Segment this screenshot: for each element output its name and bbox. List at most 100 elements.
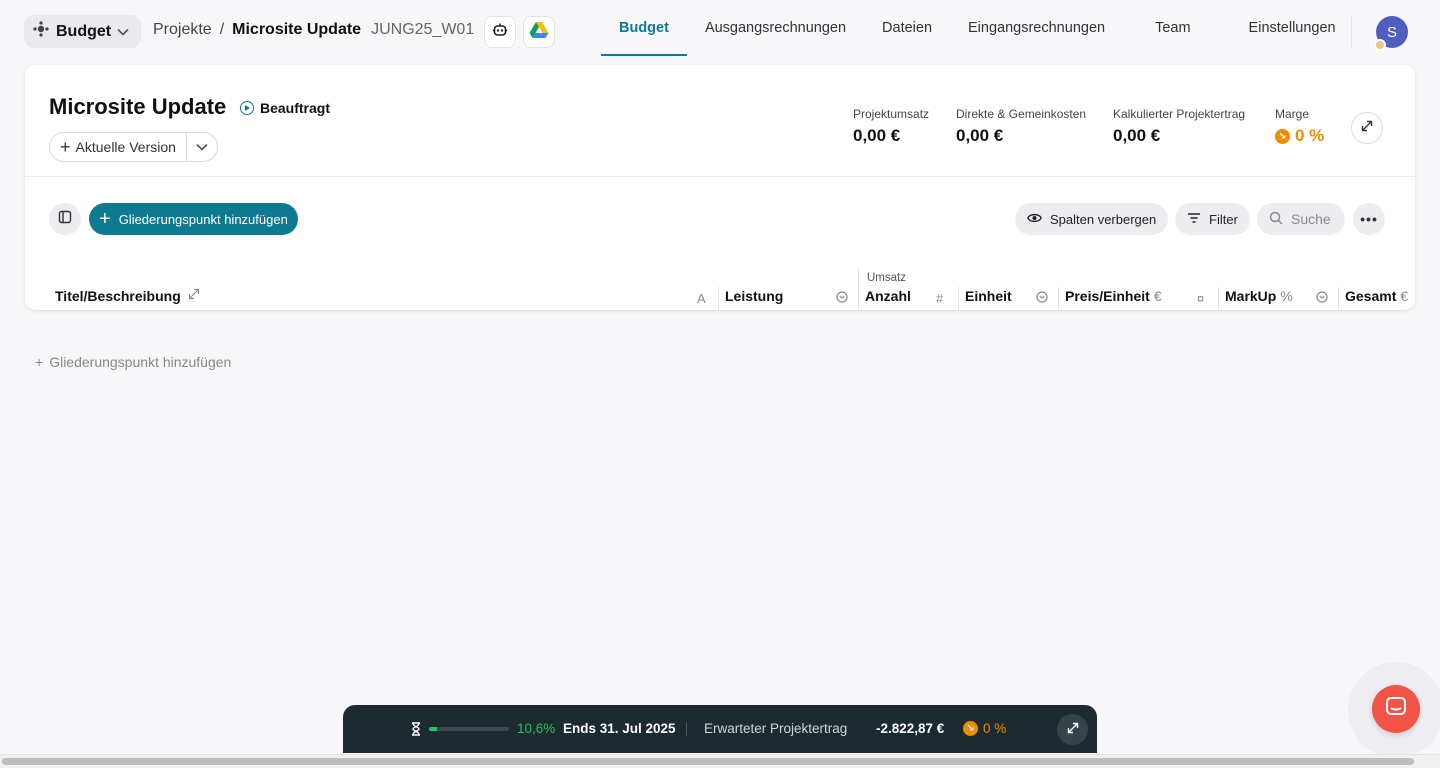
currency-type-icon: ¤ [1197, 291, 1205, 306]
avatar[interactable]: S [1374, 16, 1408, 51]
column-divider [1338, 287, 1339, 310]
chevron-circle-icon [1036, 291, 1048, 306]
search-icon [1269, 211, 1283, 228]
column-header-markup[interactable]: MarkUp% [1225, 288, 1293, 304]
card-divider [25, 176, 1415, 177]
robot-icon [492, 22, 508, 43]
tab-team[interactable]: Team [1137, 0, 1230, 56]
eye-icon [1027, 212, 1042, 227]
tab-ausgangsrechnungen[interactable]: Ausgangsrechnungen [687, 0, 864, 56]
scrollbar-thumb[interactable] [2, 758, 1414, 765]
version-label: Aktuelle Version [75, 139, 176, 155]
plus-icon: + [35, 354, 44, 370]
google-drive-button[interactable] [523, 16, 555, 48]
column-markup-label: MarkUp [1225, 288, 1277, 304]
chevron-down-icon [196, 140, 208, 154]
time-progress-bar [429, 727, 509, 731]
module-switcher[interactable]: Budget [24, 15, 142, 48]
marge-value: 0 % [1295, 126, 1325, 145]
end-date-label: Ends 31. Jul 2025 [563, 721, 676, 736]
time-progress-label: 10,6% [517, 721, 556, 736]
add-outline-button[interactable]: + Gliederungspunkt hinzufügen [89, 203, 298, 235]
metric-marge: Marge ↘ 0 % [1275, 107, 1324, 146]
tab-dateien[interactable]: Dateien [864, 0, 950, 56]
sidebar-toggle-button[interactable] [49, 203, 81, 235]
add-outline-row-label: Gliederungspunkt hinzufügen [49, 354, 232, 370]
metric-value-marge: ↘ 0 % [1275, 126, 1324, 146]
module-icon [32, 20, 50, 43]
expand-icon[interactable] [188, 288, 200, 303]
main-tabs: Budget Ausgangsrechnungen Dateien Eingan… [601, 0, 1354, 56]
filter-label: Filter [1209, 211, 1238, 227]
add-outline-row-button[interactable]: + Gliederungspunkt hinzufügen [35, 354, 231, 370]
google-drive-icon [529, 21, 549, 44]
tab-eingangsrechnungen[interactable]: Eingangsrechnungen [950, 0, 1137, 56]
column-divider [1218, 287, 1219, 310]
column-markup-unit: % [1280, 288, 1293, 304]
more-icon: ••• [1360, 211, 1378, 227]
bottom-bar-expand-button[interactable] [1057, 714, 1088, 745]
metric-label: Marge [1275, 107, 1310, 121]
hide-columns-button[interactable]: Spalten verbergen [1015, 203, 1169, 235]
play-circle-icon [240, 101, 254, 115]
filter-button[interactable]: Filter [1175, 203, 1250, 235]
chat-button[interactable] [1372, 685, 1420, 733]
add-outline-label: Gliederungspunkt hinzufügen [118, 211, 288, 227]
chevron-circle-icon [836, 291, 848, 306]
filter-icon [1187, 212, 1201, 227]
expand-icon [1361, 119, 1373, 137]
tab-einstellungen[interactable]: Einstellungen [1231, 0, 1354, 56]
robot-button[interactable] [484, 16, 516, 48]
sidebar-toggle-icon [58, 210, 72, 229]
horizontal-scrollbar[interactable] [0, 754, 1440, 768]
status-badge[interactable]: Beauftragt [240, 100, 330, 116]
plus-icon: + [99, 208, 111, 230]
time-progress-fill [429, 727, 438, 731]
hourglass-icon [411, 722, 421, 739]
expand-icon [1067, 721, 1079, 739]
search-input[interactable]: Suche [1257, 203, 1345, 235]
module-label: Budget [56, 22, 112, 40]
bottom-marge: ↘ 0 % [963, 721, 1006, 736]
page-title: Microsite Update [49, 94, 227, 119]
text-type-icon: A [697, 291, 706, 306]
breadcrumb-project-name: Microsite Update [232, 21, 362, 38]
more-button[interactable]: ••• [1353, 203, 1385, 235]
header-divider [1351, 16, 1352, 48]
breadcrumb-projects[interactable]: Projekte [153, 21, 212, 39]
number-type-icon: # [936, 291, 944, 306]
expand-button[interactable] [1351, 112, 1383, 144]
metric-value: 0,00 € [853, 126, 901, 145]
column-header-gesamt[interactable]: Gesamt € [1345, 288, 1408, 304]
search-placeholder: Suche [1291, 211, 1331, 227]
column-gesamt-label: Gesamt [1345, 288, 1397, 304]
top-bar: Budget Projekte / Microsite Update JUNG2… [0, 0, 1440, 64]
column-gesamt-unit: € [1400, 288, 1409, 304]
chat-icon [1385, 696, 1407, 723]
column-header-einheit[interactable]: Einheit [965, 288, 1012, 304]
column-divider [958, 287, 959, 310]
avatar-badge [1374, 39, 1386, 51]
add-version-button[interactable]: + Aktuelle Version [50, 133, 187, 161]
metric-kosten: Direkte & Gemeinkosten 0,00 € [956, 107, 1086, 146]
column-divider [718, 287, 719, 310]
tab-budget[interactable]: Budget [601, 0, 687, 56]
column-divider [1058, 287, 1059, 310]
trend-down-icon: ↘ [963, 721, 978, 736]
column-header-anzahl[interactable]: Anzahl [865, 288, 911, 304]
column-title-label: Titel/Beschreibung [55, 288, 181, 304]
column-preis-label: Preis/Einheit [1065, 288, 1150, 304]
version-dropdown-button[interactable] [187, 133, 217, 161]
column-header-title[interactable]: Titel/Beschreibung [55, 288, 181, 304]
trend-down-icon: ↘ [1275, 128, 1290, 144]
bottom-marge-value: 0 % [983, 721, 1007, 736]
metric-projektertrag: Kalkulierter Projektertrag 0,00 € [1113, 107, 1245, 146]
plus-icon: + [60, 137, 71, 157]
breadcrumb: Projekte / Microsite Update JUNG25_W01 [153, 21, 474, 39]
column-divider [858, 268, 859, 310]
column-header-preis[interactable]: Preis/Einheit € [1065, 288, 1162, 304]
project-card: Microsite Update Beauftragt + Aktuelle V… [25, 65, 1415, 310]
column-header-leistung[interactable]: Leistung [725, 288, 783, 304]
metric-label: Projektumsatz [853, 107, 930, 121]
bottom-bar-divider [686, 722, 687, 736]
